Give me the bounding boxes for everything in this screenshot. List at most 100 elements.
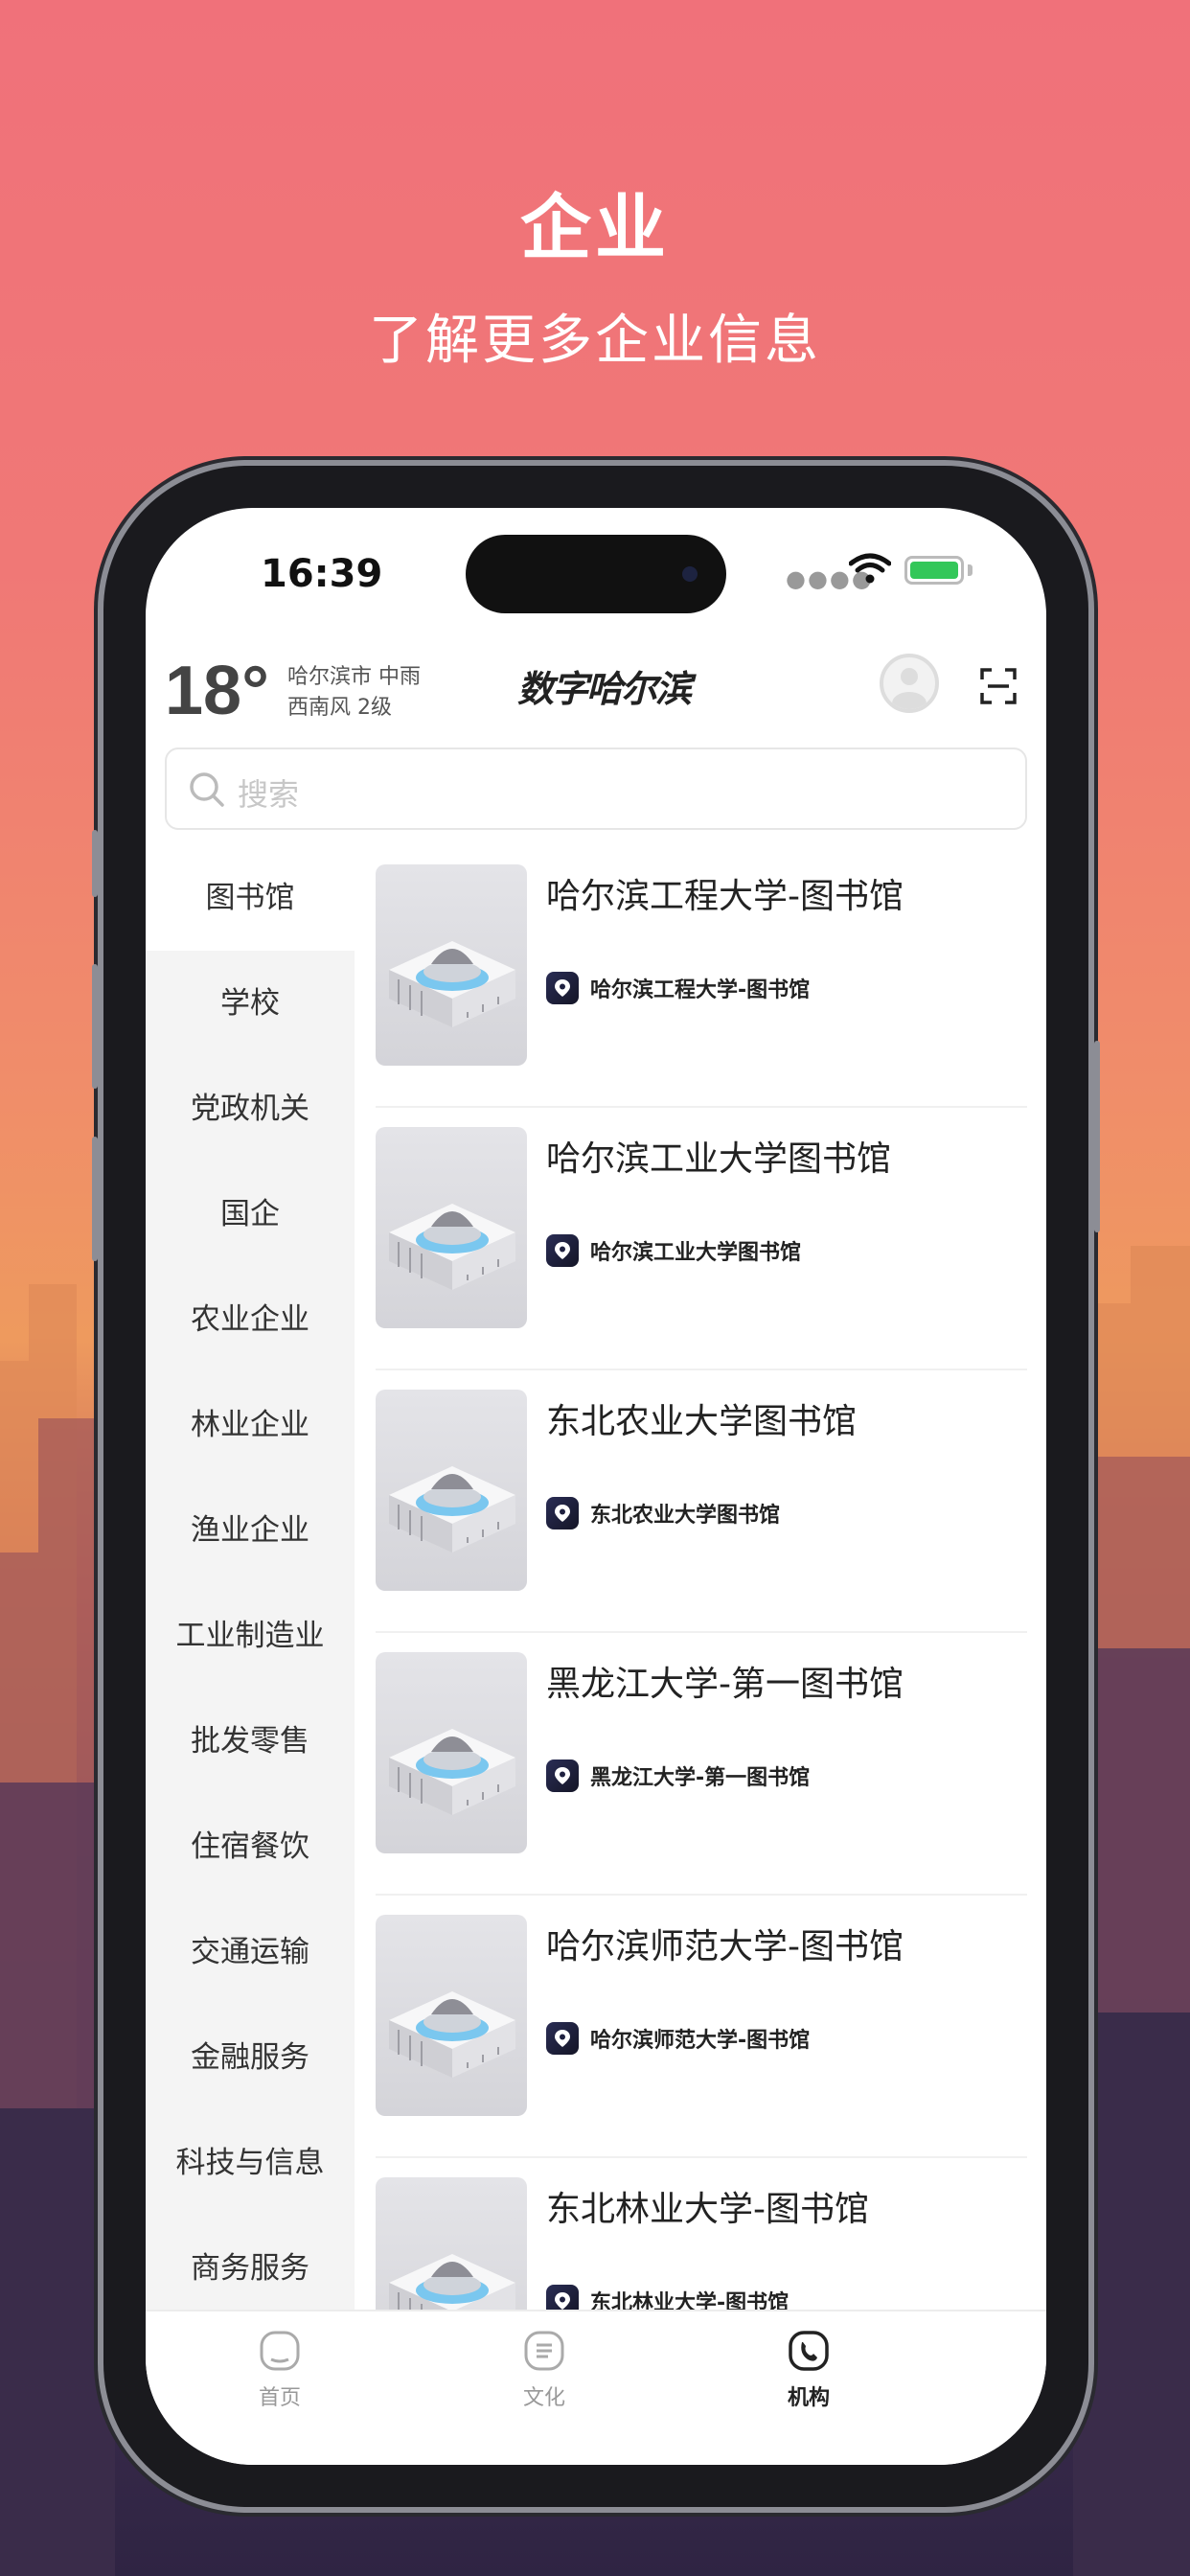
organization-title: 哈尔滨工程大学-图书馆 (546, 877, 904, 916)
organization-location-tag: 东北林业大学-图书馆 (546, 2285, 789, 2310)
organization-thumbnail (376, 1652, 527, 1853)
tab-organization[interactable]: 机构 (751, 2329, 866, 2411)
organization-thumbnail (376, 1915, 527, 2116)
location-badge (546, 1760, 579, 1792)
tab-label: 首页 (258, 2386, 301, 2410)
phone-power-button (1094, 1041, 1100, 1232)
location-badge (546, 1497, 579, 1530)
wifi-icon (849, 553, 891, 584)
organization-title: 东北农业大学图书馆 (546, 1402, 858, 1441)
organization-thumbnail (376, 1127, 527, 1328)
organization-icon (787, 2329, 831, 2373)
hero-subtitle: 了解更多企业信息 (369, 310, 821, 372)
weather-city: 哈尔滨市 中雨 (287, 665, 421, 689)
organization-location-tag: 哈尔滨师范大学-图书馆 (546, 2022, 810, 2055)
organization-title: 黑龙江大学-第一图书馆 (546, 1665, 904, 1704)
app-header: 18° 哈尔滨市 中雨 西南风 2级 数字哈尔滨 (146, 642, 1046, 738)
sidebar-item[interactable]: 农业企业 (146, 1267, 355, 1372)
status-time: 16:39 (261, 552, 383, 596)
status-bar: 16:39 ●●●● (146, 508, 1046, 642)
organization-location-tag: 哈尔滨工业大学图书馆 (546, 1234, 801, 1267)
sidebar-item[interactable]: 住宿餐饮 (146, 1794, 355, 1899)
sidebar-item[interactable]: 商务服务 (146, 2216, 355, 2321)
organization-title: 东北林业大学-图书馆 (546, 2190, 869, 2229)
category-sidebar: 图书馆 学校 党政机关 国企 农业企业 林业企业 渔业企业 工业制造业 批发零售 住宿餐饮 交通运输… (146, 845, 355, 2310)
organization-thumbnail (376, 864, 527, 1066)
library-building-image (389, 1729, 515, 1815)
organization-title: 哈尔滨工业大学图书馆 (546, 1139, 892, 1179)
organization-card[interactable]: 黑龙江大学-第一图书馆 黑龙江大学-第一图书馆 (376, 1633, 1027, 1896)
dynamic-island (466, 535, 726, 613)
sidebar-item[interactable]: 金融服务 (146, 2005, 355, 2110)
sidebar-item[interactable]: 科技与信息 (146, 2110, 355, 2216)
organization-card[interactable]: 哈尔滨师范大学-图书馆 哈尔滨师范大学-图书馆 (376, 1896, 1027, 2158)
library-building-image (389, 1204, 515, 1290)
tab-label: 机构 (787, 2386, 830, 2410)
phone-mute-switch (92, 830, 98, 897)
organization-location-text: 哈尔滨工程大学-图书馆 (590, 978, 811, 1002)
organization-location-text: 东北农业大学图书馆 (590, 1504, 781, 1528)
organization-thumbnail (376, 1390, 527, 1591)
location-pin-icon (555, 1767, 570, 1784)
culture-icon (522, 2329, 566, 2373)
phone-volume-down (92, 1137, 98, 1261)
sidebar-item[interactable]: 渔业企业 (146, 1478, 355, 1583)
organization-location-text: 哈尔滨工业大学图书馆 (590, 1241, 802, 1265)
sidebar-item[interactable]: 交通运输 (146, 1899, 355, 2005)
organization-thumbnail (376, 2177, 527, 2310)
sidebar-item[interactable]: 学校 (146, 951, 355, 1056)
library-building-image (389, 1466, 515, 1552)
organization-location-tag: 东北农业大学图书馆 (546, 1497, 780, 1530)
location-pin-icon (555, 1505, 570, 1522)
tab-member[interactable]: 会员 (1016, 2329, 1046, 2411)
organization-location-text: 东北林业大学-图书馆 (590, 2291, 790, 2310)
library-building-image (389, 1991, 515, 2078)
weather-temperature: 18° (165, 653, 269, 729)
sidebar-item[interactable]: 工业制造业 (146, 1583, 355, 1689)
location-pin-icon (555, 2292, 570, 2310)
organization-card[interactable]: 东北林业大学-图书馆 东北林业大学-图书馆 (376, 2158, 1027, 2310)
location-badge (546, 2022, 579, 2055)
location-pin-icon (555, 2030, 570, 2047)
organization-card[interactable]: 哈尔滨工业大学图书馆 哈尔滨工业大学图书馆 (376, 1108, 1027, 1370)
organization-title: 哈尔滨师范大学-图书馆 (546, 1927, 904, 1966)
app-screen: 16:39 ●●●● 18° 哈尔滨市 中雨 西南风 2级 数字哈尔滨 搜索 图… (146, 508, 1046, 2465)
phone-frame: 16:39 ●●●● 18° 哈尔滨市 中雨 西南风 2级 数字哈尔滨 搜索 图… (92, 466, 1100, 2507)
tab-culture[interactable]: 文化 (487, 2329, 602, 2411)
location-pin-icon (555, 979, 570, 997)
weather-wind: 西南风 2级 (287, 696, 392, 720)
search-placeholder: 搜索 (238, 776, 300, 813)
library-building-image (389, 2254, 515, 2310)
organization-location-text: 哈尔滨师范大学-图书馆 (590, 2029, 811, 2053)
location-pin-icon (555, 1242, 570, 1259)
battery-icon (904, 556, 964, 585)
location-badge (546, 972, 579, 1004)
tab-label: 文化 (522, 2386, 565, 2410)
location-badge (546, 1234, 579, 1267)
location-badge (546, 2285, 579, 2310)
organization-location-tag: 黑龙江大学-第一图书馆 (546, 1760, 810, 1792)
organization-location-tag: 哈尔滨工程大学-图书馆 (546, 972, 810, 1004)
avatar-placeholder-icon (892, 668, 927, 709)
phone-volume-up (92, 964, 98, 1089)
bottom-tab-bar: 首页 文化 机构 会员 (146, 2310, 1046, 2465)
organization-card[interactable]: 哈尔滨工程大学-图书馆 哈尔滨工程大学-图书馆 (376, 845, 1027, 1108)
camera-dot (682, 566, 698, 582)
user-avatar[interactable] (880, 654, 939, 713)
tab-home[interactable]: 首页 (222, 2329, 337, 2411)
sidebar-item[interactable]: 批发零售 (146, 1689, 355, 1794)
sidebar-item[interactable]: 国企 (146, 1162, 355, 1267)
organization-list: 哈尔滨工程大学-图书馆 哈尔滨工程大学-图书馆 哈尔滨工业大学图书馆 哈尔滨工业大学图… (376, 845, 1027, 2310)
organization-card[interactable]: 东北农业大学图书馆 东北农业大学图书馆 (376, 1370, 1027, 1633)
tab-label: 会员 (1016, 2380, 1046, 2411)
sidebar-item[interactable]: 图书馆 (146, 845, 355, 951)
search-input[interactable]: 搜索 (165, 748, 1027, 830)
library-building-image (389, 941, 515, 1027)
sidebar-item[interactable]: 林业企业 (146, 1372, 355, 1478)
search-icon (190, 772, 224, 807)
organization-location-text: 黑龙江大学-第一图书馆 (590, 1766, 811, 1790)
battery-cap (968, 564, 973, 576)
home-icon (258, 2329, 302, 2373)
scan-icon[interactable] (979, 667, 1018, 705)
sidebar-item[interactable]: 党政机关 (146, 1056, 355, 1162)
